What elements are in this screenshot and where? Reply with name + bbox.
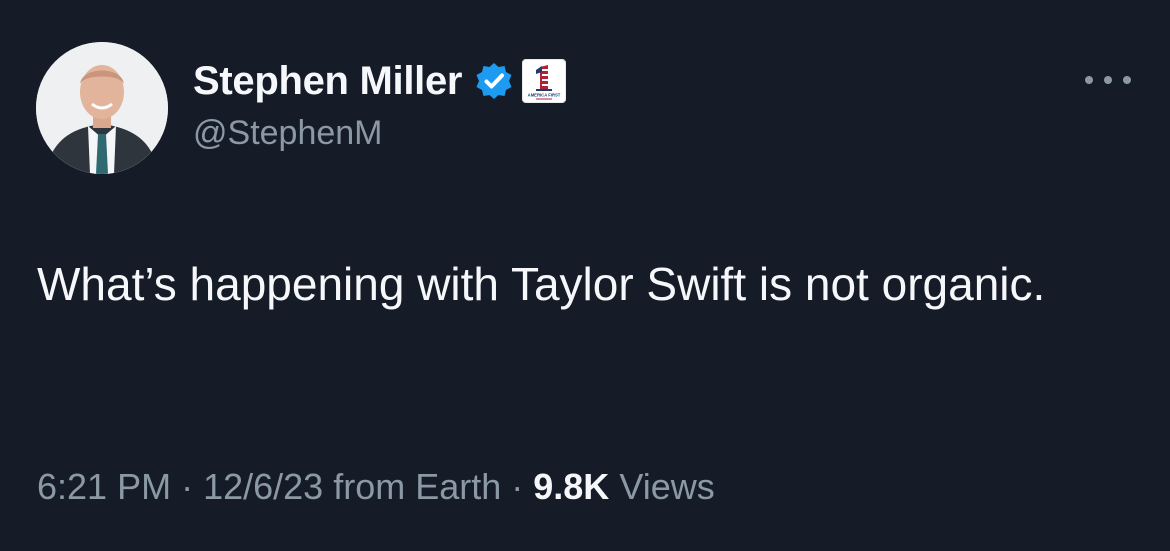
author-name-row: Stephen Miller AMERICA FIRST: [193, 52, 567, 110]
author-handle[interactable]: @StephenM: [193, 114, 383, 153]
tweet-text: What’s happening with Taylor Swift is no…: [37, 258, 1046, 310]
svg-text:AMERICA FIRST: AMERICA FIRST: [528, 93, 561, 98]
tweet-date[interactable]: 12/6/23: [203, 466, 323, 507]
tweet-metadata: 6:21 PM · 12/6/23 from Earth · 9.8K Views: [37, 466, 715, 508]
views-count[interactable]: 9.8K: [533, 466, 609, 507]
views-label: Views: [619, 466, 715, 507]
tweet-source: from Earth: [333, 466, 502, 507]
dot-icon: [1104, 76, 1112, 84]
tweet-card: Stephen Miller AMERICA FIRST @StephenM W…: [0, 0, 1170, 551]
america-first-legal-logo[interactable]: AMERICA FIRST: [521, 58, 567, 104]
meta-separator: ·: [511, 466, 524, 507]
meta-separator: ·: [181, 466, 194, 507]
dot-icon: [1085, 76, 1093, 84]
tweet-time[interactable]: 6:21 PM: [37, 466, 171, 507]
avatar[interactable]: [36, 42, 168, 174]
avatar-photo: [36, 42, 168, 174]
author-display-name[interactable]: Stephen Miller: [193, 59, 462, 104]
verified-badge-icon[interactable]: [474, 61, 514, 101]
more-options-icon[interactable]: [1085, 68, 1131, 92]
dot-icon: [1123, 76, 1131, 84]
